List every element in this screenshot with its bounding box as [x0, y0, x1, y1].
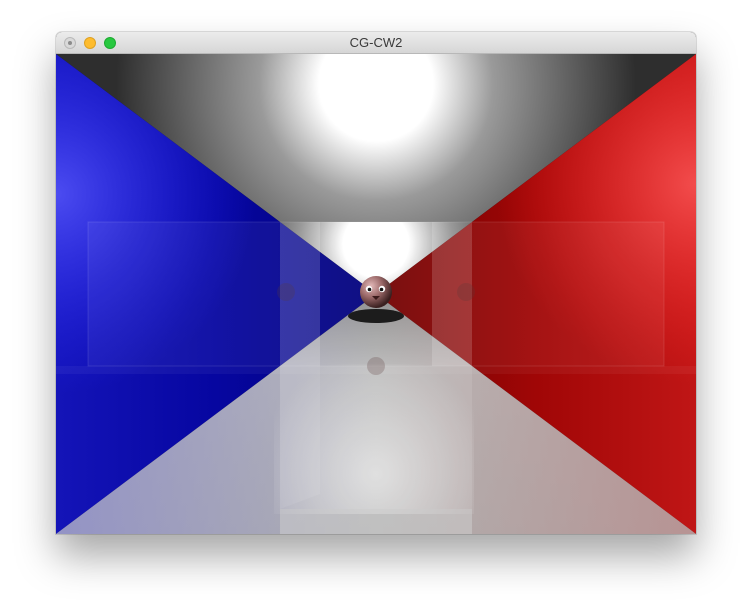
render-viewport [56, 54, 696, 534]
sphere-face [360, 276, 392, 308]
title-bar[interactable]: CG-CW2 [56, 32, 696, 54]
app-window: CG-CW2 [56, 32, 696, 534]
sphere-shadow [348, 309, 404, 323]
window-title: CG-CW2 [349, 35, 403, 50]
raytraced-scene [56, 54, 696, 534]
